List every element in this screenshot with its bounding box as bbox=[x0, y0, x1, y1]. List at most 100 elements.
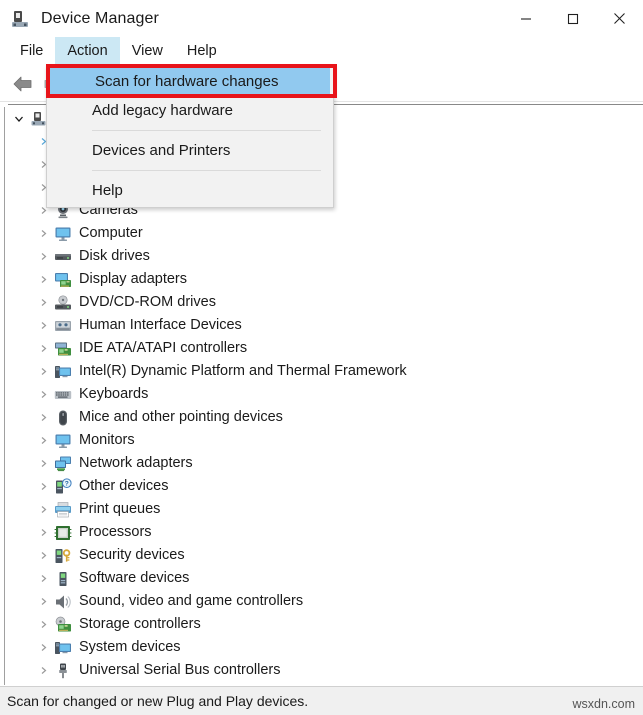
chevron-right-icon[interactable] bbox=[35, 321, 51, 330]
tree-item-label: Security devices bbox=[79, 547, 185, 564]
tree-item-label: IDE ATA/ATAPI controllers bbox=[79, 340, 248, 357]
chevron-right-icon[interactable] bbox=[35, 275, 51, 284]
tree-item-monitors[interactable]: Monitors bbox=[5, 429, 639, 452]
ide-controller-icon bbox=[54, 340, 72, 358]
tree-item-print-queues[interactable]: Print queues bbox=[5, 498, 639, 521]
svg-text:?: ? bbox=[65, 480, 69, 487]
chevron-right-icon[interactable] bbox=[35, 436, 51, 445]
watermark: wsxdn.com bbox=[572, 697, 635, 711]
tree-item-label: Other devices bbox=[79, 478, 169, 495]
tree-item-ide-controllers[interactable]: IDE ATA/ATAPI controllers bbox=[5, 337, 639, 360]
tree-item-display-adapters[interactable]: Display adapters bbox=[5, 268, 639, 291]
tree-item-system-devices[interactable]: System devices bbox=[5, 636, 639, 659]
tree-item-label: Human Interface Devices bbox=[79, 317, 242, 334]
tree-item-label: Mice and other pointing devices bbox=[79, 409, 283, 426]
security-device-icon bbox=[54, 547, 72, 565]
tree-item-label: Universal Serial Bus controllers bbox=[79, 662, 281, 679]
chevron-right-icon[interactable] bbox=[35, 574, 51, 583]
tree-item-label: Network adapters bbox=[79, 455, 193, 472]
mouse-icon bbox=[54, 409, 72, 427]
chevron-right-icon[interactable] bbox=[35, 252, 51, 261]
tree-item-network-adapters[interactable]: Network adapters bbox=[5, 452, 639, 475]
tree-item-storage-controllers[interactable]: Storage controllers bbox=[5, 613, 639, 636]
back-arrow-icon[interactable] bbox=[8, 70, 38, 98]
tree-item-label: Print queues bbox=[79, 501, 161, 518]
device-manager-window: Device Manager File Action View Help Cam… bbox=[0, 0, 643, 715]
chevron-right-icon[interactable] bbox=[35, 344, 51, 353]
chevron-right-icon[interactable] bbox=[35, 459, 51, 468]
chevron-right-icon[interactable] bbox=[35, 597, 51, 606]
processor-icon bbox=[54, 524, 72, 542]
menu-separator bbox=[92, 170, 321, 171]
tree-item-label: Storage controllers bbox=[79, 616, 201, 633]
printer-icon bbox=[54, 501, 72, 519]
disk-drive-icon bbox=[54, 248, 72, 266]
status-message: Scan for changed or new Plug and Play de… bbox=[7, 693, 309, 709]
chevron-right-icon[interactable] bbox=[35, 298, 51, 307]
menu-help[interactable]: Help bbox=[175, 37, 229, 65]
tree-item-processors[interactable]: Processors bbox=[5, 521, 639, 544]
tree-item-computer[interactable]: Computer bbox=[5, 222, 639, 245]
menu-separator bbox=[92, 130, 321, 131]
maximize-button[interactable] bbox=[549, 0, 596, 37]
tree-item-hid[interactable]: Human Interface Devices bbox=[5, 314, 639, 337]
status-bar: Scan for changed or new Plug and Play de… bbox=[0, 686, 643, 715]
menu-action[interactable]: Action bbox=[55, 37, 120, 65]
keyboard-icon bbox=[54, 386, 72, 404]
tree-item-other-devices[interactable]: ? Other devices bbox=[5, 475, 639, 498]
menu-view[interactable]: View bbox=[120, 37, 175, 65]
tree-item-label: Intel(R) Dynamic Platform and Thermal Fr… bbox=[79, 363, 407, 380]
chevron-right-icon[interactable] bbox=[35, 620, 51, 629]
monitor-icon bbox=[54, 432, 72, 450]
chevron-right-icon[interactable] bbox=[35, 390, 51, 399]
chevron-right-icon[interactable] bbox=[35, 643, 51, 652]
tree-item-label: Software devices bbox=[79, 570, 190, 587]
tree-item-mice[interactable]: Mice and other pointing devices bbox=[5, 406, 639, 429]
dvd-drive-icon bbox=[54, 294, 72, 312]
menu-item-devices-and-printers[interactable]: Devices and Printers bbox=[47, 135, 333, 166]
software-device-icon bbox=[54, 570, 72, 588]
tree-item-dvd-drives[interactable]: DVD/CD-ROM drives bbox=[5, 291, 639, 314]
system-device-icon bbox=[54, 639, 72, 657]
chevron-right-icon[interactable] bbox=[35, 551, 51, 560]
window-controls bbox=[502, 0, 643, 37]
other-device-icon: ? bbox=[54, 477, 72, 496]
tree-item-label: Monitors bbox=[79, 432, 135, 449]
tree-item-sound-controllers[interactable]: Sound, video and game controllers bbox=[5, 590, 639, 613]
tree-item-label: Sound, video and game controllers bbox=[79, 593, 304, 610]
tree-item-label: System devices bbox=[79, 639, 181, 656]
chevron-right-icon[interactable] bbox=[35, 367, 51, 376]
chevron-right-icon[interactable] bbox=[35, 229, 51, 238]
tree-item-keyboards[interactable]: Keyboards bbox=[5, 383, 639, 406]
chevron-right-icon[interactable] bbox=[35, 413, 51, 422]
hid-icon bbox=[54, 317, 72, 335]
tree-item-software-devices[interactable]: Software devices bbox=[5, 567, 639, 590]
tree-item-usb-controllers[interactable]: Universal Serial Bus controllers bbox=[5, 659, 639, 682]
menu-file[interactable]: File bbox=[8, 37, 55, 65]
window-title: Device Manager bbox=[41, 9, 159, 27]
close-button[interactable] bbox=[596, 0, 643, 37]
tree-item-security-devices[interactable]: Security devices bbox=[5, 544, 639, 567]
storage-controller-icon bbox=[54, 616, 72, 634]
system-device-icon bbox=[54, 363, 72, 381]
tree-item-disk-drives[interactable]: Disk drives bbox=[5, 245, 639, 268]
network-adapter-icon bbox=[54, 455, 72, 473]
tree-item-intel-dptf[interactable]: Intel(R) Dynamic Platform and Thermal Fr… bbox=[5, 360, 639, 383]
tree-item-label: Disk drives bbox=[79, 248, 150, 265]
chevron-right-icon[interactable] bbox=[35, 666, 51, 675]
chevron-right-icon[interactable] bbox=[35, 482, 51, 491]
tree-item-label: Computer bbox=[79, 225, 143, 242]
speaker-icon bbox=[54, 593, 72, 611]
device-manager-icon bbox=[10, 8, 32, 30]
monitor-icon bbox=[54, 225, 72, 243]
minimize-button[interactable] bbox=[502, 0, 549, 37]
display-adapter-icon bbox=[54, 271, 72, 289]
tree-item-label: Processors bbox=[79, 524, 152, 541]
chevron-down-icon[interactable] bbox=[11, 114, 27, 124]
action-dropdown-menu[interactable]: Scan for hardware changes Add legacy har… bbox=[46, 65, 334, 208]
menu-item-scan-for-hardware-changes[interactable]: Scan for hardware changes bbox=[50, 67, 330, 95]
menu-item-help[interactable]: Help bbox=[47, 175, 333, 206]
chevron-right-icon[interactable] bbox=[35, 505, 51, 514]
chevron-right-icon[interactable] bbox=[35, 528, 51, 537]
menu-item-add-legacy-hardware[interactable]: Add legacy hardware bbox=[47, 95, 333, 126]
